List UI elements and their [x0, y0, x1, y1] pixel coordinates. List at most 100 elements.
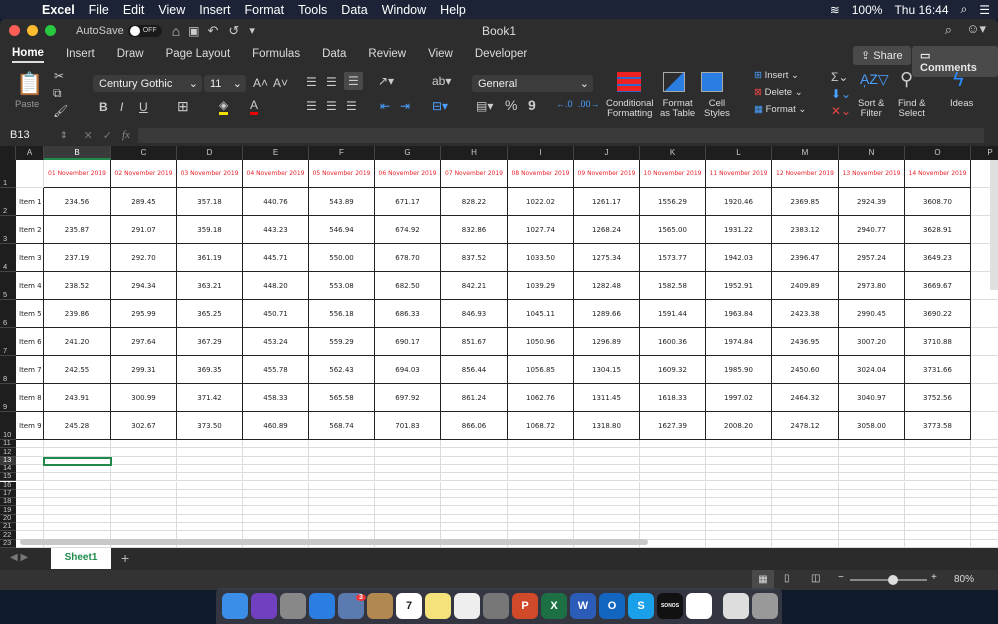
menu-data[interactable]: Data [341, 3, 367, 17]
value-cell[interactable]: 690.17 [375, 328, 441, 356]
value-cell[interactable]: 1304.15 [574, 356, 640, 384]
value-cell[interactable]: 1565.00 [640, 216, 706, 244]
cell[interactable] [177, 456, 243, 465]
menu-help[interactable]: Help [440, 3, 466, 17]
value-cell[interactable]: 1942.03 [706, 244, 772, 272]
fill-icon[interactable]: ⬇⌄ [831, 87, 851, 101]
column-header-H[interactable]: H [441, 146, 508, 160]
cell[interactable] [839, 464, 905, 474]
value-cell[interactable]: 1997.02 [706, 384, 772, 412]
row-label-cell[interactable]: Item 6 [16, 328, 44, 356]
cell-styles-icon[interactable] [701, 72, 723, 92]
format-cells-button[interactable]: ▦ Format ⌄ [754, 104, 806, 115]
cell[interactable] [839, 539, 905, 548]
cell[interactable] [441, 523, 508, 532]
page-layout-view-icon[interactable]: ▯ [784, 573, 790, 584]
value-cell[interactable]: 3040.97 [839, 384, 905, 412]
value-cell[interactable]: 3058.00 [839, 412, 905, 440]
cell[interactable] [574, 481, 640, 490]
value-cell[interactable]: 294.34 [111, 272, 177, 300]
row-label-cell[interactable]: Item 7 [16, 356, 44, 384]
formula-input[interactable] [137, 127, 984, 143]
merge-center-icon[interactable]: ⊟▾ [432, 99, 448, 113]
selected-cell-b13[interactable] [43, 456, 112, 466]
cell[interactable] [640, 448, 706, 457]
dock-notability[interactable] [686, 593, 712, 619]
cell[interactable] [971, 473, 998, 482]
cell[interactable] [772, 456, 839, 465]
enter-icon[interactable]: ✓ [103, 129, 112, 142]
dock-notes[interactable] [425, 593, 451, 619]
value-cell[interactable]: 357.18 [177, 188, 243, 216]
cell[interactable] [16, 514, 44, 523]
cell[interactable] [706, 481, 772, 490]
cell[interactable] [772, 489, 839, 499]
underline-button[interactable]: U [139, 100, 148, 114]
cell[interactable] [971, 523, 998, 532]
value-cell[interactable]: 1056.85 [508, 356, 574, 384]
value-cell[interactable]: 674.92 [375, 216, 441, 244]
percent-style-button[interactable]: % [505, 97, 517, 113]
value-cell[interactable]: 1062.76 [508, 384, 574, 412]
ideas-icon[interactable]: ϟ [953, 69, 964, 92]
cell[interactable] [177, 473, 243, 482]
wrap-text-icon[interactable]: ab▾ [432, 74, 451, 88]
value-cell[interactable]: 568.74 [309, 412, 375, 440]
row-header[interactable]: 8 [0, 356, 16, 384]
cell[interactable] [706, 464, 772, 474]
cell[interactable] [508, 464, 574, 474]
redo-icon[interactable]: ↺ [228, 23, 239, 39]
align-right-icon[interactable]: ☰ [346, 99, 357, 113]
date-header-cell[interactable]: 06 November 2019 [375, 160, 441, 188]
date-header-cell[interactable]: 03 November 2019 [177, 160, 243, 188]
menu-format[interactable]: Format [245, 3, 285, 17]
cell[interactable] [905, 481, 971, 490]
cell[interactable] [309, 489, 375, 499]
fill-color-icon[interactable]: ◈ [219, 98, 229, 115]
cell[interactable] [508, 473, 574, 482]
search-icon[interactable]: ⌕ [961, 2, 968, 17]
cell[interactable] [177, 489, 243, 499]
cell[interactable] [640, 539, 706, 548]
cell[interactable] [905, 456, 971, 465]
value-cell[interactable]: 3669.67 [905, 272, 971, 300]
cell[interactable] [16, 481, 44, 490]
cell[interactable] [971, 440, 998, 449]
align-bottom-icon[interactable]: ☰ [344, 72, 363, 90]
value-cell[interactable]: 1318.80 [574, 412, 640, 440]
cell[interactable] [177, 523, 243, 532]
cell[interactable] [772, 481, 839, 490]
tab-page-layout[interactable]: Page Layout [166, 48, 231, 62]
cell[interactable] [508, 489, 574, 499]
cell[interactable] [640, 456, 706, 465]
dock-sonos[interactable]: SONOS [657, 593, 683, 619]
value-cell[interactable]: 1022.02 [508, 188, 574, 216]
value-cell[interactable]: 1275.34 [574, 244, 640, 272]
value-cell[interactable]: 234.56 [44, 188, 111, 216]
value-cell[interactable]: 686.33 [375, 300, 441, 328]
value-cell[interactable]: 832.86 [441, 216, 508, 244]
spreadsheet-grid[interactable]: A B C D E F G H I J K L M N O P 1 01 November 2019 02 Nove… [0, 146, 998, 548]
value-cell[interactable]: 365.25 [177, 300, 243, 328]
value-cell[interactable]: 546.94 [309, 216, 375, 244]
cell[interactable] [375, 440, 441, 449]
zoom-button[interactable] [45, 25, 56, 36]
value-cell[interactable]: 2369.85 [772, 188, 839, 216]
cell[interactable] [44, 514, 111, 523]
paste-icon[interactable]: 📋 [16, 71, 43, 97]
cell[interactable] [971, 448, 998, 457]
cell[interactable] [772, 448, 839, 457]
cell[interactable] [706, 448, 772, 457]
customize-toolbar-icon[interactable]: ▾ [249, 24, 255, 37]
cell[interactable] [441, 456, 508, 465]
value-cell[interactable]: 1582.58 [640, 272, 706, 300]
value-cell[interactable]: 243.91 [44, 384, 111, 412]
comma-style-button[interactable]: 9 [528, 97, 536, 113]
value-cell[interactable]: 2973.80 [839, 272, 905, 300]
tab-review[interactable]: Review [368, 48, 406, 62]
value-cell[interactable]: 694.03 [375, 356, 441, 384]
value-cell[interactable]: 292.70 [111, 244, 177, 272]
dock-powerpoint[interactable]: P [512, 593, 538, 619]
cell[interactable] [309, 440, 375, 449]
cell[interactable] [375, 523, 441, 532]
